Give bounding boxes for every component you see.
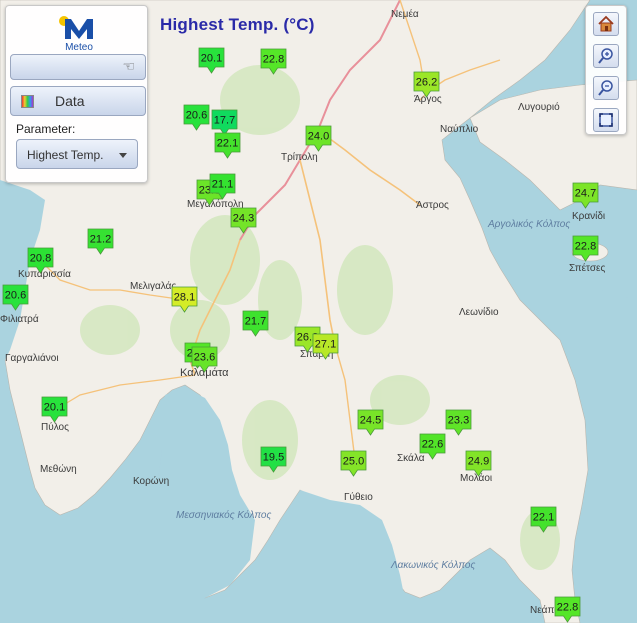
place-label: Κορώνη [133,475,169,487]
place-label: Μεσσηνιακός Κόλπος [176,509,271,521]
control-panel: Meteo ☜ Data Parameter: Highest Temp. [5,5,148,183]
place-label: Κρανίδι [572,210,605,222]
meteo-logo-icon [59,16,93,39]
place-label: Λακωνικός Κόλπος [390,559,475,571]
home-button[interactable] [593,12,619,36]
place-label: Γύθειο [344,491,373,503]
place-label: Ναύπλιο [440,123,479,135]
place-label: Μολάοι [460,472,492,484]
place-label: Λεωνίδιο [459,306,499,318]
data-button[interactable]: Data [10,86,146,116]
place-label: Άστρος [416,200,449,211]
station-marker-value: 20.1 [201,53,222,65]
place-label: Μελιγαλάς [130,280,176,292]
chevron-down-icon [119,153,127,158]
place-label: Μεθώνη [40,463,77,475]
place-label: Κυπαρισσία [18,268,71,280]
station-marker-value: 20.8 [30,253,51,265]
place-label: Σπέτσες [569,262,605,274]
collapse-panel-button[interactable]: ☜ [10,54,146,80]
map-toolbar [585,5,627,135]
station-marker-value: 20.1 [44,402,65,414]
station-marker-value: 19.5 [263,452,284,464]
station-marker-value: 22.8 [575,241,596,253]
station-marker-value: 23.3 [448,415,469,427]
station-marker-value: 28.1 [174,292,195,304]
place-label: Νεμέα [391,8,419,20]
data-button-label: Data [55,93,85,109]
zoom-out-button[interactable] [593,76,619,100]
station-marker-value: 21.7 [245,316,266,328]
place-label: Τρίπολη [281,151,318,163]
zoom-in-button[interactable] [593,44,619,68]
station-marker-value: 21.2 [90,234,111,246]
place-label: Αργολικός Κόλπος [487,218,570,230]
zoom-in-icon [598,48,613,64]
place-label: Άργος [414,94,442,105]
station-marker-value: 20.6 [5,290,26,302]
station-marker-value: 26.2 [416,77,437,89]
place-label: Φιλιατρά [0,313,39,325]
zoom-out-icon [598,80,613,96]
logo-text: Meteo [65,42,93,53]
station-marker-value: 22.1 [217,138,238,150]
station-marker-value: 23.6 [194,352,215,364]
parameter-selected-value: Highest Temp. [27,148,104,162]
home-icon [598,15,614,32]
color-palette-icon [21,95,34,108]
fit-extent-icon [599,113,613,127]
parameter-select[interactable]: Highest Temp. [16,139,138,169]
station-marker-value: 17.7 [214,115,235,127]
place-label: Γαργαλιάνοι [5,352,59,364]
station-marker-value: 21.1 [212,179,233,191]
station-marker-value: 20.6 [186,110,207,122]
station-marker-value: 22.8 [263,54,284,66]
station-marker-value: 25.0 [343,456,364,468]
fit-extent-button[interactable] [593,108,619,132]
meteo-logo[interactable]: Meteo [55,11,103,55]
place-label: Λυγουριό [518,101,560,113]
station-marker-value: 24.5 [360,415,381,427]
station-marker-value: 24.3 [233,213,254,225]
hand-pointer-icon: ☜ [122,59,135,75]
station-marker-value: 22.8 [557,602,578,614]
station-marker-value: 24.0 [308,131,329,143]
place-label: Πύλος [41,421,69,433]
map-title: Highest Temp. (°C) [160,15,315,34]
station-marker-value: 27.1 [315,339,336,351]
station-marker-value: 22.1 [533,512,554,524]
station-marker-value: 22.6 [422,439,443,451]
place-label: Σκάλα [397,452,425,464]
station-marker-value: 24.7 [575,188,596,200]
station-marker-value: 24.9 [468,456,489,468]
parameter-label: Parameter: [16,122,76,136]
